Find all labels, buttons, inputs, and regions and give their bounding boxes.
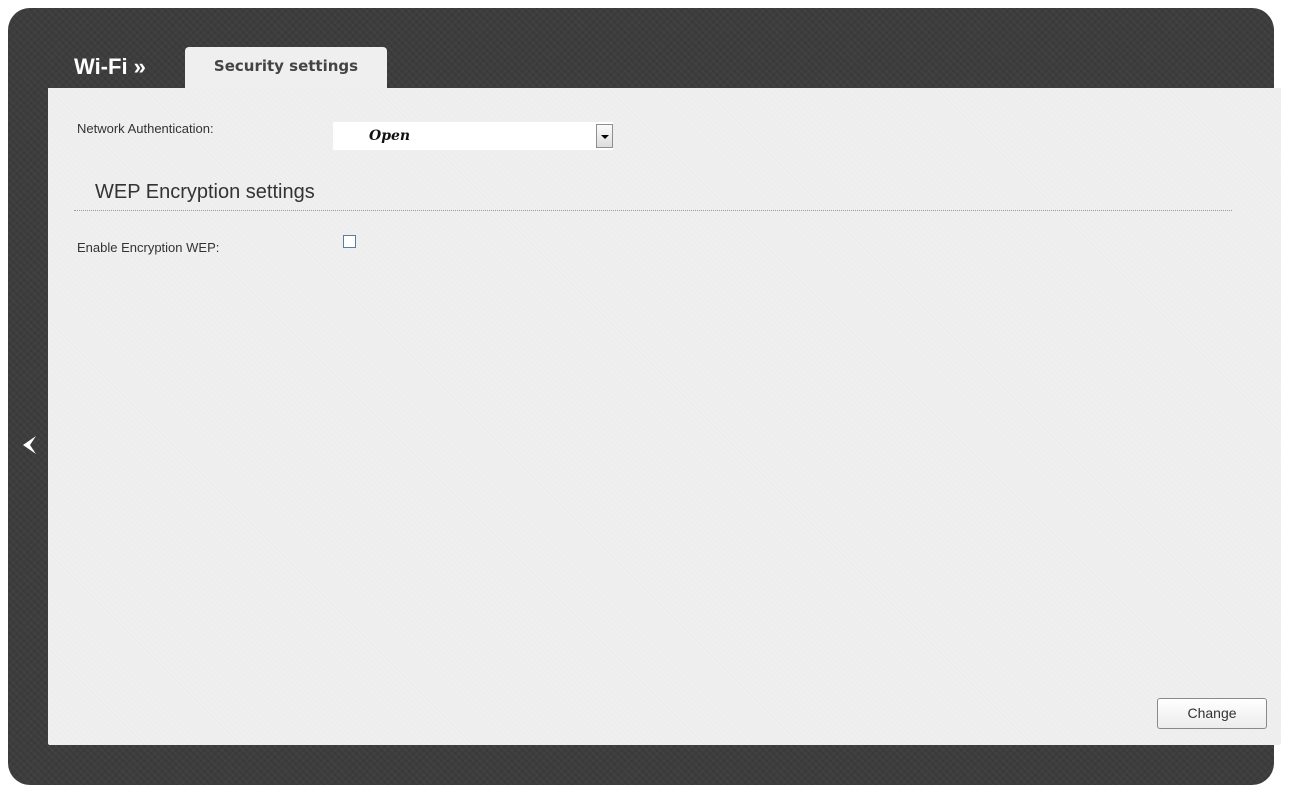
- dropdown-button[interactable]: [596, 124, 613, 148]
- wep-section-title: WEP Encryption settings: [95, 181, 315, 203]
- enable-wep-checkbox[interactable]: [343, 235, 356, 248]
- network-authentication-value: Open: [369, 128, 411, 144]
- breadcrumb[interactable]: Wi-Fi »: [74, 54, 146, 80]
- network-authentication-label: Network Authentication:: [77, 121, 214, 136]
- chevron-left-icon: [23, 436, 36, 454]
- chevron-down-icon: [601, 135, 609, 139]
- network-authentication-select[interactable]: Open: [333, 122, 613, 150]
- enable-wep-label: Enable Encryption WEP:: [77, 240, 220, 255]
- section-divider: [74, 210, 1232, 211]
- change-button[interactable]: Change: [1157, 698, 1267, 729]
- back-button[interactable]: [20, 434, 38, 456]
- tab-security-settings[interactable]: Security settings: [185, 47, 387, 89]
